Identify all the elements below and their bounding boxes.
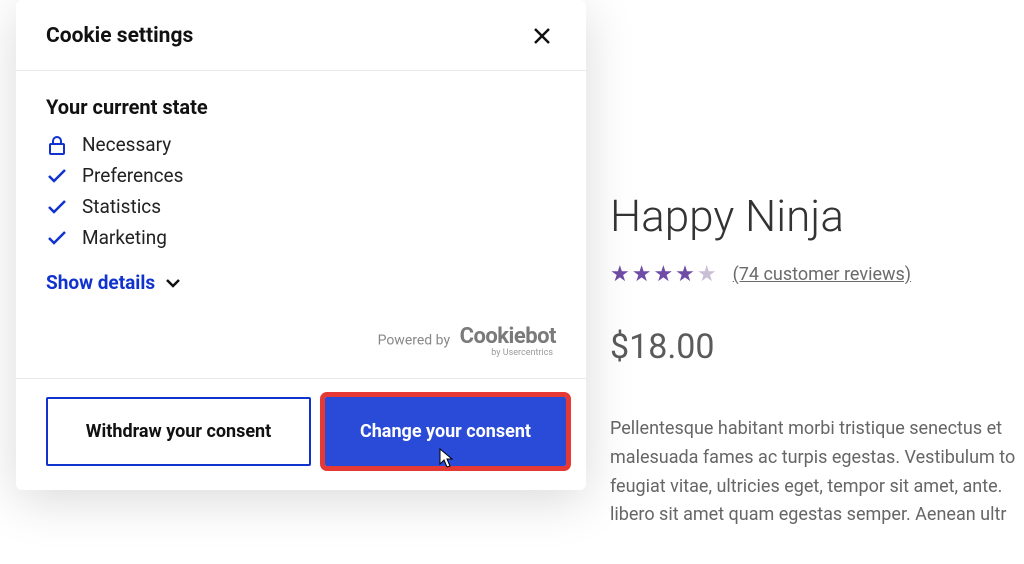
- category-item-marketing: Marketing: [46, 226, 556, 249]
- category-label: Statistics: [82, 195, 161, 218]
- dialog-title: Cookie settings: [46, 24, 193, 48]
- withdraw-consent-button[interactable]: Withdraw your consent: [46, 397, 311, 466]
- change-consent-button[interactable]: Change your consent: [325, 397, 566, 466]
- check-icon: [46, 168, 68, 184]
- category-label: Necessary: [82, 133, 171, 156]
- rating-row: ★★★★★ (74 customer reviews): [610, 262, 1024, 287]
- powered-by: Powered by Cookiebot by Usercentrics: [46, 324, 556, 364]
- category-item-statistics: Statistics: [46, 195, 556, 218]
- star-rating: ★★★★★: [610, 262, 719, 287]
- product-price: $18.00: [610, 327, 1024, 367]
- dialog-footer: Withdraw your consent Change your consen…: [16, 378, 586, 490]
- product-description: Pellentesque habitant morbi tristique se…: [610, 415, 1024, 530]
- cookie-settings-dialog: Cookie settings Your current state Neces…: [16, 0, 586, 490]
- category-item-preferences: Preferences: [46, 164, 556, 187]
- consent-category-list: Necessary Preferences Statistics: [46, 133, 556, 249]
- button-label: Change your consent: [360, 421, 531, 442]
- check-icon: [46, 199, 68, 215]
- powered-by-sub: by Usercentrics: [460, 348, 556, 358]
- category-label: Preferences: [82, 164, 183, 187]
- cursor-icon: [437, 448, 455, 470]
- powered-by-brand: Cookiebot: [460, 324, 556, 349]
- button-label: Withdraw your consent: [86, 421, 271, 442]
- check-icon: [46, 230, 68, 246]
- product-title: Happy Ninja: [610, 190, 1024, 242]
- current-state-title: Your current state: [46, 95, 556, 119]
- show-details-toggle[interactable]: Show details: [46, 271, 181, 294]
- reviews-link[interactable]: (74 customer reviews): [733, 264, 911, 285]
- show-details-label: Show details: [46, 271, 155, 294]
- dialog-body: Your current state Necessary Preference: [16, 71, 586, 378]
- dialog-header: Cookie settings: [16, 0, 586, 71]
- chevron-down-icon: [165, 278, 181, 288]
- close-icon: [532, 26, 552, 46]
- close-button[interactable]: [528, 22, 556, 50]
- powered-by-prefix: Powered by: [378, 333, 451, 349]
- category-label: Marketing: [82, 226, 167, 249]
- lock-icon: [46, 135, 68, 155]
- category-item-necessary: Necessary: [46, 133, 556, 156]
